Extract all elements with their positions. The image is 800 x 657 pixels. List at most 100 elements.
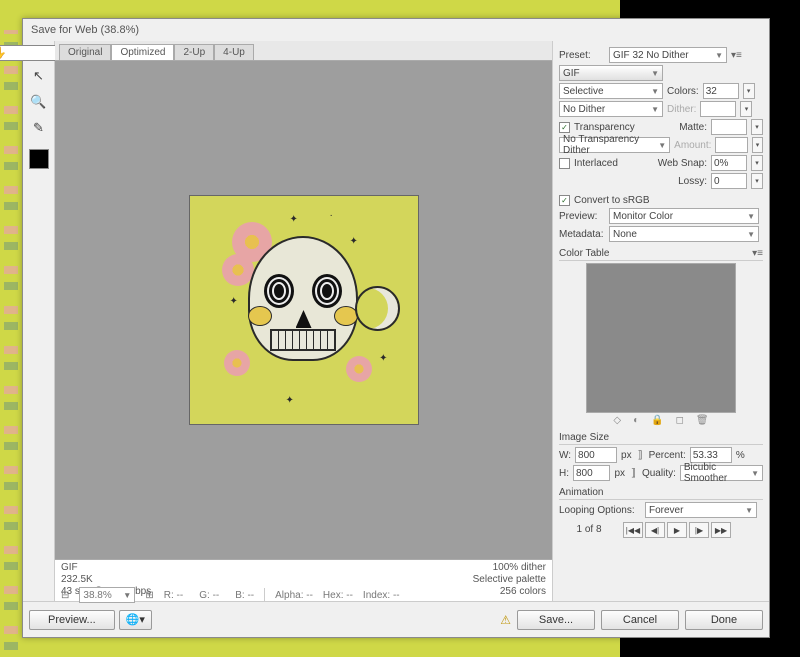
status-bar: ⊟ 38.8%▼ ⊞ R: -- G: -- B: -- Alpha: -- H… (61, 587, 759, 603)
preset-menu-icon[interactable]: ▾≡ (731, 50, 742, 61)
websnap-label: Web Snap: (658, 158, 707, 169)
quality-select[interactable]: Bicubic Smoother▼ (680, 465, 763, 481)
dither-amount-input (700, 101, 736, 117)
frame-prev-button[interactable]: ◀| (645, 522, 665, 538)
colors-input[interactable]: 32 (703, 83, 739, 99)
loop-label: Looping Options: (559, 505, 641, 516)
imagesize-title: Image Size (559, 432, 763, 445)
info-format: GIF (61, 562, 151, 573)
matte-input[interactable] (711, 119, 747, 135)
percent-label: Percent: (649, 450, 686, 461)
colors-label: Colors: (667, 86, 699, 97)
frame-play-button[interactable]: ▶ (667, 522, 687, 538)
height-input[interactable]: 800 (573, 465, 610, 481)
info-dither: 100% dither (473, 562, 546, 573)
save-for-web-dialog: Save for Web (38.8%) ✋ ↖ 🔍 ✎ Original Op… (22, 18, 770, 638)
zoom-tool[interactable]: 🔍 (28, 91, 50, 113)
browser-preview-button[interactable]: 🌐▾ (119, 610, 152, 630)
cancel-button[interactable]: Cancel (601, 610, 679, 630)
stat-alpha: Alpha: -- (275, 590, 313, 601)
metadata-label: Metadata: (559, 229, 605, 240)
window-title: Save for Web (38.8%) (23, 19, 769, 41)
preview-image: ✦ ✦ ✦ ✦ ✦ · (189, 195, 419, 425)
ct-icon-new[interactable]: ◻ (676, 415, 684, 426)
stat-hex: Hex: -- (323, 590, 353, 601)
preview-profile-select[interactable]: Monitor Color▼ (609, 208, 759, 224)
format-select[interactable]: GIF▼ (559, 65, 663, 81)
dialog-footer: Preview... 🌐▾ ⚠ Save... Cancel Done (23, 601, 769, 637)
matte-label: Matte: (679, 122, 707, 133)
width-input[interactable]: 800 (575, 447, 617, 463)
frame-last-button[interactable]: ▶▶ (711, 522, 731, 538)
animation-title: Animation (559, 487, 763, 500)
eyedropper-tool[interactable]: ✎ (28, 117, 50, 139)
ct-icon-snap[interactable]: ◇ (613, 415, 621, 426)
interlaced-checkbox[interactable] (559, 158, 570, 169)
lossy-stepper[interactable]: ▾ (751, 173, 763, 189)
zoom-in-icon[interactable]: ⊞ (145, 590, 153, 601)
color-swatch[interactable] (29, 149, 49, 169)
loop-select[interactable]: Forever▼ (645, 502, 757, 518)
info-size: 232.5K (61, 574, 151, 585)
metadata-select[interactable]: None▼ (609, 226, 759, 242)
interlaced-label: Interlaced (574, 158, 618, 169)
tab-original[interactable]: Original (59, 44, 111, 60)
ct-icon-trash[interactable]: 🗑 (696, 415, 709, 426)
zoom-out-icon[interactable]: ⊟ (61, 590, 69, 601)
preset-select[interactable]: GIF 32 No Dither▼ (609, 47, 727, 63)
amount-label: Amount: (674, 140, 711, 151)
w-unit: px (621, 450, 632, 461)
lossy-label: Lossy: (678, 176, 707, 187)
frame-next-button[interactable]: |▶ (689, 522, 709, 538)
matte-dropdown[interactable]: ▾ (751, 119, 763, 135)
amount-stepper[interactable]: ▾ (752, 137, 763, 153)
save-button[interactable]: Save... (517, 610, 595, 630)
srgb-label: Convert to sRGB (574, 195, 650, 206)
lossy-input[interactable]: 0 (711, 173, 747, 189)
websnap-stepper[interactable]: ▾ (751, 155, 763, 171)
frame-indicator: 1 of 8 (559, 524, 619, 535)
stat-b: B: -- (235, 590, 254, 601)
h-unit: px (614, 468, 625, 479)
websnap-input[interactable]: 0% (711, 155, 747, 171)
ct-icon-shift[interactable]: ◐ (633, 415, 639, 426)
slice-select-tool[interactable]: ↖ (28, 65, 50, 87)
transparency-label: Transparency (574, 122, 635, 133)
tab-2up[interactable]: 2-Up (174, 44, 214, 60)
preset-label: Preset: (559, 50, 605, 61)
quality-label: Quality: (642, 468, 676, 479)
zoom-select[interactable]: 38.8%▼ (79, 587, 135, 603)
settings-panel: Preset: GIF 32 No Dither▼ ▾≡ GIF▼ Select… (553, 41, 769, 601)
preview-tabs: Original Optimized 2-Up 4-Up (55, 41, 552, 61)
warning-icon: ⚠ (500, 613, 511, 627)
stat-g: G: -- (199, 590, 219, 601)
transparency-checkbox[interactable]: ✓ (559, 122, 570, 133)
dither-select[interactable]: No Dither▼ (559, 101, 663, 117)
stat-r: R: -- (164, 590, 183, 601)
palette-select[interactable]: Selective▼ (559, 83, 663, 99)
transparency-dither-select[interactable]: No Transparency Dither▼ (559, 137, 670, 153)
preview-profile-label: Preview: (559, 211, 605, 222)
colortable-title: Color Table (559, 248, 609, 259)
frame-first-button[interactable]: |◀◀ (623, 522, 643, 538)
tab-4up[interactable]: 4-Up (214, 44, 254, 60)
preview-button[interactable]: Preview... (29, 610, 115, 630)
h-label: H: (559, 468, 569, 479)
w-label: W: (559, 450, 571, 461)
preview-column: Original Optimized 2-Up 4-Up ✦ ✦ (55, 41, 553, 601)
colors-stepper[interactable]: ▾ (743, 83, 755, 99)
dither-amount-stepper[interactable]: ▾ (740, 101, 752, 117)
ct-icon-lock[interactable]: 🔒 (651, 415, 663, 426)
amount-input (715, 137, 748, 153)
colortable-menu-icon[interactable]: ▾≡ (752, 248, 763, 259)
done-button[interactable]: Done (685, 610, 763, 630)
dither-label: Dither: (667, 104, 696, 115)
srgb-checkbox[interactable]: ✓ (559, 195, 570, 206)
color-table[interactable] (586, 263, 736, 413)
preview-canvas[interactable]: ✦ ✦ ✦ ✦ ✦ · (55, 61, 552, 559)
tab-optimized[interactable]: Optimized (111, 44, 174, 60)
percent-input[interactable]: 53.33 (690, 447, 732, 463)
link-icon[interactable]: ⟧ (638, 450, 643, 461)
percent-unit: % (736, 450, 745, 461)
stat-index: Index: -- (363, 590, 400, 601)
